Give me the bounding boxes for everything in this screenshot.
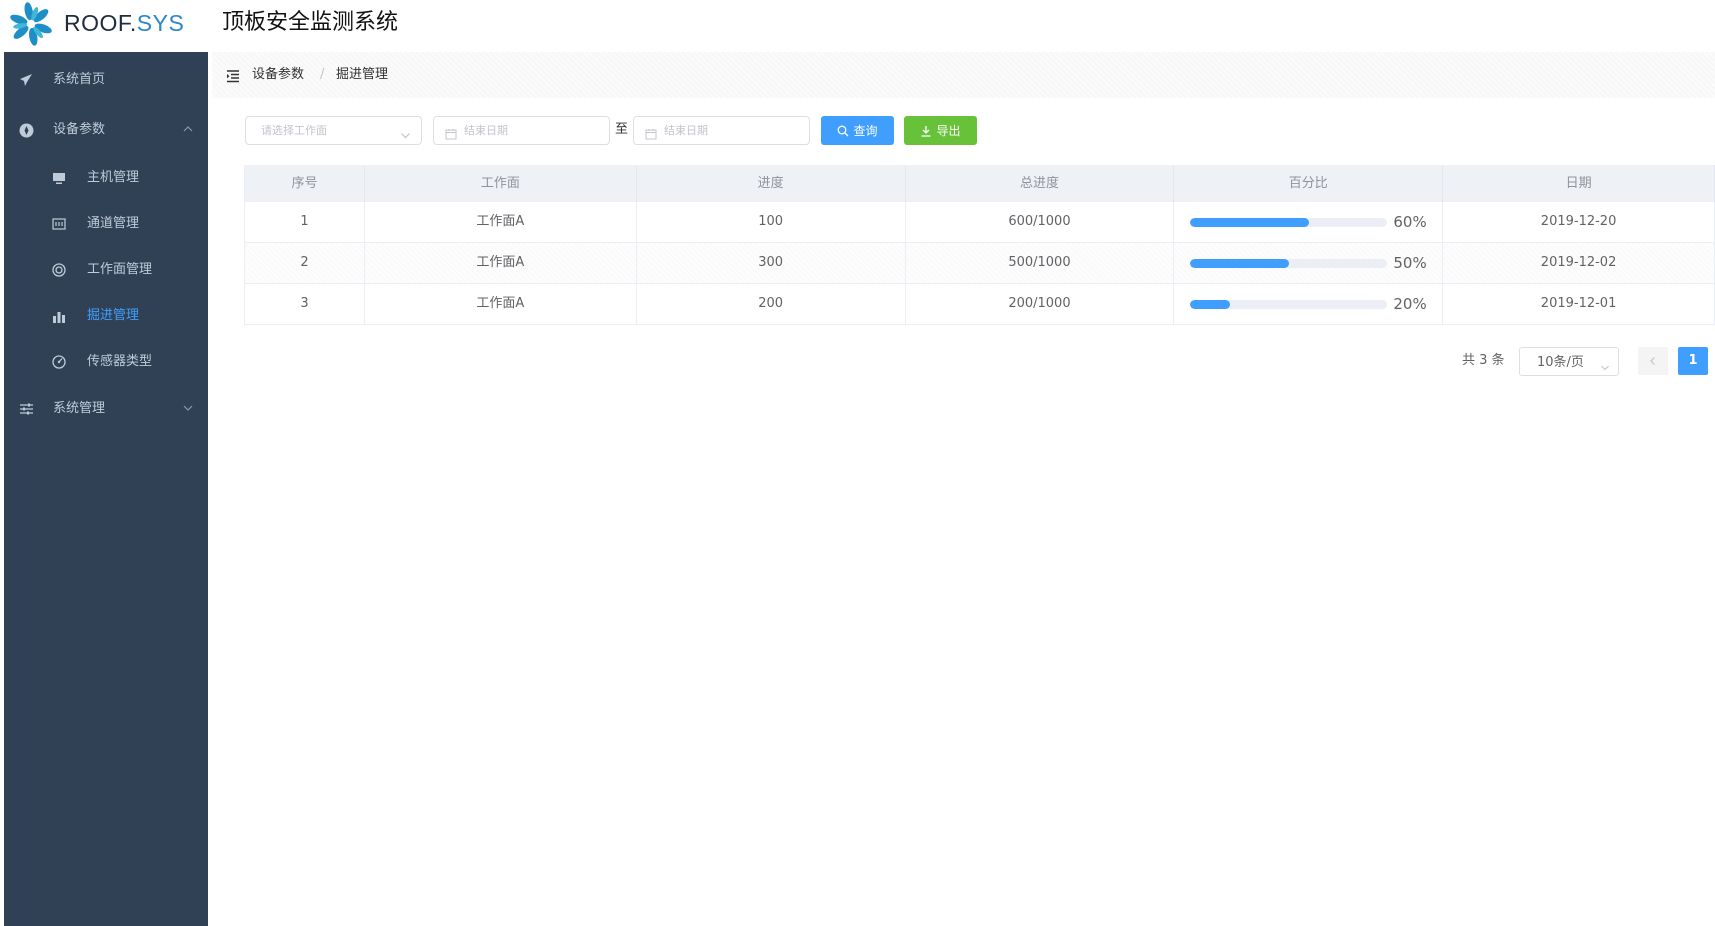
- chevron-left-icon: [1650, 357, 1655, 365]
- cell-workface: 工作面A: [365, 284, 637, 324]
- date-range-to-label: 至: [615, 122, 629, 137]
- cell-date: 2019-12-01: [1443, 284, 1715, 324]
- sidebar: 系统首页 设备参数 主机管理 通道管理 工作面管理 掘进管理 传感器类型 系统管…: [4, 52, 208, 926]
- query-button[interactable]: 查询: [821, 116, 894, 145]
- end-date-picker[interactable]: 结束日期: [633, 116, 810, 145]
- sidebar-item-channel-management[interactable]: 通道管理: [4, 199, 208, 249]
- progress-percent-text: 50%: [1393, 254, 1427, 272]
- top-header: ROOF.SYS 顶板安全监测系统: [0, 0, 1715, 52]
- progress-bar-fill: [1190, 218, 1309, 227]
- chevron-down-icon: [182, 402, 194, 414]
- search-icon: [838, 125, 849, 136]
- channel-icon: [51, 216, 67, 232]
- pagination-total: 共 3 条: [1462, 353, 1505, 368]
- column-header-total: 总进度: [906, 165, 1175, 202]
- download-icon: [921, 125, 931, 137]
- sidebar-item-system-management[interactable]: 系统管理: [4, 384, 208, 434]
- column-header-date: 日期: [1443, 165, 1715, 202]
- cell-date: 2019-12-02: [1443, 243, 1715, 283]
- logo-text: ROOF.SYS: [64, 9, 184, 37]
- breadcrumb-item-device-params[interactable]: 设备参数: [252, 67, 304, 83]
- column-header-workface: 工作面: [365, 165, 637, 202]
- export-button[interactable]: 导出: [904, 116, 977, 145]
- chevron-down-icon: [1600, 358, 1610, 371]
- export-button-label: 导出: [936, 124, 961, 138]
- settings-disc-icon: [18, 122, 34, 138]
- chevron-down-icon: [400, 126, 411, 139]
- sidebar-item-host-management[interactable]: 主机管理: [4, 153, 208, 203]
- page-size-select[interactable]: 10条/页: [1519, 347, 1619, 376]
- cell-percent: 50%: [1174, 243, 1444, 283]
- progress-bar-fill: [1190, 259, 1289, 268]
- progress-bar-fill: [1190, 300, 1230, 309]
- sidebar-item-label: 掘进管理: [87, 308, 140, 323]
- cell-percent: 20%: [1174, 284, 1444, 324]
- sidebar-item-device-params[interactable]: 设备参数: [4, 105, 208, 155]
- cell-total: 200/1000: [906, 284, 1175, 324]
- workface-select[interactable]: 请选择工作面: [245, 116, 422, 145]
- bar-chart-icon: [51, 308, 67, 324]
- cell-percent: 60%: [1174, 202, 1444, 242]
- excavation-table: 序号 工作面 进度 总进度 百分比 日期 1 工作面A 100 600/1000…: [244, 165, 1715, 325]
- sidebar-item-label: 设备参数: [53, 122, 106, 137]
- cell-progress: 200: [637, 284, 906, 324]
- progress-bar: [1190, 300, 1388, 309]
- cell-workface: 工作面A: [365, 243, 637, 283]
- column-header-percent: 百分比: [1174, 165, 1444, 202]
- breadcrumb-separator: /: [320, 67, 325, 82]
- calendar-icon: [645, 125, 657, 140]
- sliders-icon: [18, 401, 34, 417]
- cell-index: 2: [245, 243, 365, 283]
- cell-progress: 100: [637, 202, 906, 242]
- sidebar-item-label: 系统首页: [53, 72, 106, 87]
- end-date-placeholder: 结束日期: [664, 124, 708, 137]
- query-button-label: 查询: [853, 124, 878, 138]
- start-date-picker[interactable]: 结束日期: [433, 116, 610, 145]
- page-number-button[interactable]: 1: [1678, 347, 1708, 375]
- sidebar-item-label: 通道管理: [87, 216, 140, 231]
- cell-index: 1: [245, 202, 365, 242]
- breadcrumb-bar: 设备参数 / 掘进管理: [212, 52, 1715, 98]
- column-header-progress: 进度: [637, 165, 906, 202]
- cell-total: 600/1000: [906, 202, 1175, 242]
- app-title: 顶板安全监测系统: [222, 10, 399, 35]
- paper-plane-icon: [18, 72, 34, 88]
- prev-page-button[interactable]: [1638, 347, 1668, 375]
- cell-progress: 300: [637, 243, 906, 283]
- table-row[interactable]: 2 工作面A 300 500/1000 50% 2019-12-02: [245, 243, 1715, 284]
- sidebar-item-label: 传感器类型: [87, 354, 153, 369]
- cell-date: 2019-12-20: [1443, 202, 1715, 242]
- gauge-icon: [51, 354, 67, 370]
- start-date-placeholder: 结束日期: [464, 124, 508, 137]
- progress-percent-text: 60%: [1393, 213, 1427, 231]
- table-row[interactable]: 1 工作面A 100 600/1000 60% 2019-12-20: [245, 202, 1715, 243]
- monitor-icon: [51, 170, 67, 186]
- workface-select-placeholder: 请选择工作面: [261, 124, 327, 137]
- progress-percent-text: 20%: [1393, 295, 1427, 313]
- sidebar-item-label: 系统管理: [53, 401, 106, 416]
- cell-total: 500/1000: [906, 243, 1175, 283]
- life-ring-icon: [51, 262, 67, 278]
- progress-bar: [1190, 218, 1388, 227]
- logo-pinwheel-icon: [10, 2, 52, 46]
- logo-text-main: ROOF.: [64, 10, 137, 36]
- logo-text-accent: SYS: [136, 10, 185, 36]
- progress-bar: [1190, 259, 1388, 268]
- menu-toggle-icon[interactable]: [226, 68, 240, 83]
- sidebar-item-label: 工作面管理: [87, 262, 153, 277]
- breadcrumb-item-current: 掘进管理: [336, 67, 389, 82]
- cell-workface: 工作面A: [365, 202, 637, 242]
- sidebar-item-workface-management[interactable]: 工作面管理: [4, 245, 208, 295]
- sidebar-item-home[interactable]: 系统首页: [4, 55, 208, 105]
- calendar-icon: [445, 125, 457, 140]
- chevron-up-icon: [182, 123, 194, 135]
- sidebar-item-label: 主机管理: [87, 170, 140, 185]
- page-size-value: 10条/页: [1537, 355, 1584, 370]
- sidebar-item-excavation-management[interactable]: 掘进管理: [4, 291, 208, 341]
- column-header-index: 序号: [245, 165, 365, 202]
- sidebar-item-sensor-type[interactable]: 传感器类型: [4, 337, 208, 387]
- table-header: 序号 工作面 进度 总进度 百分比 日期: [245, 165, 1715, 202]
- cell-index: 3: [245, 284, 365, 324]
- table-row[interactable]: 3 工作面A 200 200/1000 20% 2019-12-01: [245, 284, 1715, 325]
